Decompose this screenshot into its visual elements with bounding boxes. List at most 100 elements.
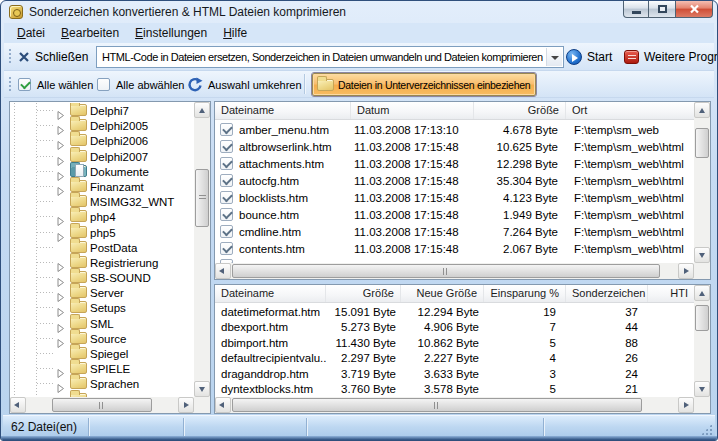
results-vscroll-thumb[interactable] [695,305,709,331]
column-header-gre[interactable]: Größe [474,102,566,119]
tree-item[interactable]: php4 [10,209,194,224]
file-checkbox[interactable] [220,191,233,204]
result-row[interactable]: dbexport.htm5.273 Byte4.906 Byte744 [215,320,694,336]
tree-item[interactable]: Delphi2006 [10,133,194,148]
result-row[interactable]: dbimport.htm11.430 Byte10.862 Byte588 [215,335,694,351]
tree-item[interactable]: PostData [10,240,194,255]
scroll-up-button[interactable] [694,285,710,301]
tree-item[interactable]: Setups [10,300,194,315]
scroll-right-button[interactable] [178,397,194,413]
start-button[interactable]: Start [566,48,612,66]
toolbar-grip[interactable] [8,48,12,65]
column-header-sonderzeichen[interactable]: Sonderzeichen [566,285,648,302]
expand-icon[interactable] [56,152,65,161]
tree-item[interactable]: php5 [10,225,194,240]
expand-icon[interactable] [56,303,65,312]
result-row[interactable]: draganddrop.htm3.719 Byte3.633 Byte324 [215,366,694,382]
close-button[interactable] [675,1,713,18]
file-row[interactable]: attachments.htm11.03.2008 17:15:4812.298… [215,155,694,172]
invert-selection-icon[interactable] [187,77,203,92]
file-row[interactable]: blocklists.htm11.03.2008 17:15:484.123 B… [215,189,694,206]
resize-grip[interactable] [700,423,713,436]
file-checkbox[interactable] [220,123,233,136]
tree-vscroll-thumb[interactable] [195,169,209,227]
scroll-left-button[interactable] [215,397,231,413]
file-checkbox[interactable] [220,157,233,170]
maximize-button[interactable] [649,1,675,18]
column-header-ort[interactable]: Ort [566,102,694,119]
results-horizontal-scrollbar[interactable] [215,397,694,413]
tree-item[interactable]: Delphi2005 [10,118,194,133]
tree-horizontal-scrollbar[interactable] [10,397,194,413]
file-checkbox[interactable] [220,174,233,187]
titlebar[interactable]: Sonderzeichen konvertieren & HTML Dateie… [1,1,717,23]
results-hscroll-thumb[interactable] [232,398,642,412]
select-all-checkbox[interactable] [18,78,31,91]
tree-item[interactable]: SML [10,316,194,331]
scroll-down-button[interactable] [694,247,710,263]
expand-icon[interactable] [56,106,65,115]
column-header-gre[interactable]: Größe [326,285,401,302]
include-subdirs-button[interactable]: Dateien in Unterverzeichnissen einbezieh… [312,73,536,96]
column-header-dateiname[interactable]: Dateiname [215,285,326,302]
expand-icon[interactable] [56,379,65,388]
files-hscroll-thumb[interactable] [232,264,660,278]
expand-icon[interactable] [56,212,65,221]
tree-item[interactable]: Dokumente [10,164,194,179]
result-row[interactable]: datetimeformat.htm15.091 Byte12.294 Byte… [215,304,694,320]
file-row[interactable]: amber_menu.htm11.03.2008 17:13:104.678 B… [215,121,694,138]
files-vscroll-thumb[interactable] [695,128,709,158]
scroll-down-button[interactable] [194,381,210,397]
minimize-button[interactable] [623,1,649,18]
scroll-right-button[interactable] [678,263,694,279]
file-checkbox[interactable] [220,208,233,221]
tree-item[interactable]: SB-SOUND [10,270,194,285]
column-header-dateiname[interactable]: Dateiname [215,102,351,119]
expand-icon[interactable] [56,288,65,297]
files-vertical-scrollbar[interactable] [694,102,710,263]
tree-item[interactable]: Delphi7 [10,103,194,118]
tree-item[interactable]: Server [10,285,194,300]
menu-hilfe[interactable]: Hilfe [215,24,255,42]
file-row[interactable]: cmdline.htm11.03.2008 17:15:487.264 Byte… [215,223,694,240]
scroll-up-button[interactable] [694,102,710,118]
expand-icon[interactable] [56,273,65,282]
file-row[interactable]: altbrowserlink.htm11.03.2008 17:15:4810.… [215,138,694,155]
result-row[interactable]: dyntextblocks.htm3.760 Byte3.578 Byte521 [215,382,694,398]
tree-hscroll-thumb[interactable] [52,398,152,412]
expand-icon[interactable] [56,182,65,191]
toolbar-grip-2[interactable] [8,76,12,92]
column-header-datum[interactable]: Datum [351,102,474,119]
invert-selection-label[interactable]: Auswahl umkehren [208,79,302,91]
weitere-programme-button[interactable]: Weitere Progra [624,48,718,66]
expand-icon[interactable] [56,364,65,373]
menu-datei[interactable]: Datei [9,24,53,42]
expand-icon[interactable] [56,258,65,267]
scroll-up-button[interactable] [194,102,210,118]
scroll-left-button[interactable] [215,263,231,279]
tree-item[interactable]: Spiegel [10,346,194,361]
file-row[interactable]: contents.htm11.03.2008 17:15:482.067 Byt… [215,240,694,257]
deselect-all-checkbox[interactable] [97,78,110,91]
expand-icon[interactable] [56,319,65,328]
file-checkbox[interactable] [220,140,233,153]
scroll-down-button[interactable] [694,381,710,397]
result-row[interactable]: defaultrecipientvalu...2.297 Byte2.227 B… [215,351,694,367]
action-combobox[interactable]: HTML-Code in Dateien ersetzen, Sonderzei… [96,46,564,68]
file-row[interactable]: bounce.htm11.03.2008 17:15:481.949 ByteF… [215,206,694,223]
tree-item[interactable]: Source [10,331,194,346]
menu-einstellungen[interactable]: Einstellungen [127,24,215,42]
scroll-right-button[interactable] [678,397,694,413]
column-header-neuegre[interactable]: Neue Größe [401,285,484,302]
tree-item[interactable]: Registrierung [10,255,194,270]
menu-bearbeiten[interactable]: Bearbeiten [53,24,127,42]
column-header-hti[interactable]: HTI [648,285,694,302]
file-row[interactable]: autocfg.htm11.03.2008 17:15:4835.304 Byt… [215,172,694,189]
results-vertical-scrollbar[interactable] [694,285,710,397]
tree-item[interactable]: Finanzamt [10,179,194,194]
files-horizontal-scrollbar[interactable] [215,263,694,279]
expand-icon[interactable] [56,228,65,237]
tree-vertical-scrollbar[interactable] [194,102,210,397]
tree-item[interactable]: Sprachen [10,376,194,391]
expand-icon[interactable] [56,136,65,145]
